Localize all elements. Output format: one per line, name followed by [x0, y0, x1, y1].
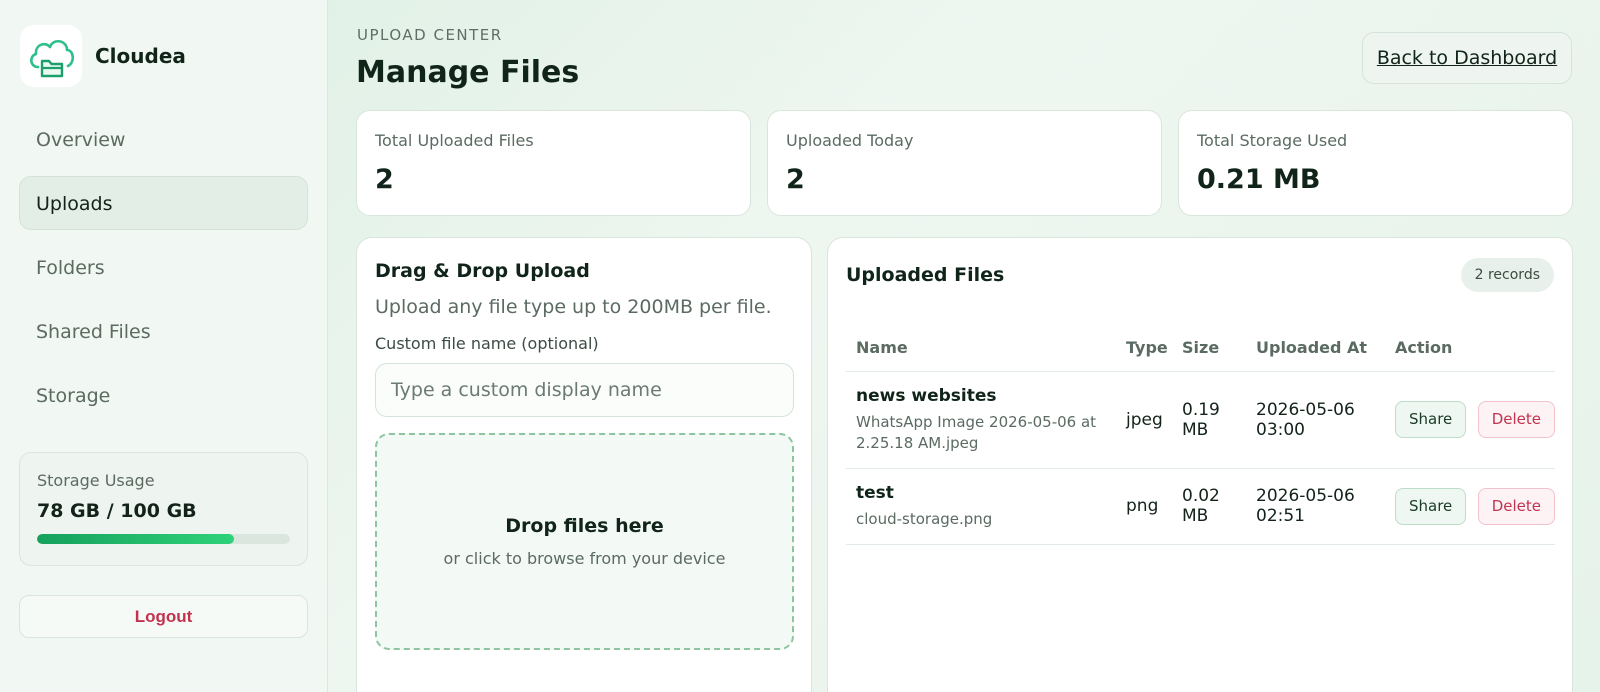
- stat-value: 0.21 MB: [1197, 164, 1321, 195]
- table-row: test cloud-storage.png png 0.02 MB 2026-…: [846, 468, 1555, 545]
- sidebar-item-storage[interactable]: Storage: [19, 368, 308, 422]
- share-button[interactable]: Share: [1395, 401, 1467, 438]
- files-table: Name Type Size Uploaded At Action news w…: [846, 325, 1555, 545]
- column-header-size[interactable]: Size: [1172, 325, 1246, 372]
- delete-button[interactable]: Delete: [1477, 487, 1555, 525]
- page-eyebrow: UPLOAD CENTER: [357, 26, 503, 44]
- back-to-dashboard-button[interactable]: Back to Dashboard: [1362, 32, 1572, 84]
- file-size: 0.19 MB: [1172, 371, 1246, 469]
- sidebar-item-folders[interactable]: Folders: [19, 240, 308, 294]
- stat-card-storage-used: Total Storage Used 0.21 MB: [1178, 110, 1573, 216]
- custom-name-input[interactable]: [375, 363, 794, 417]
- storage-usage-value: 78 GB / 100 GB: [37, 500, 197, 522]
- upload-description: Upload any file type up to 200MB per fil…: [375, 296, 772, 318]
- sidebar-item-uploads[interactable]: Uploads: [19, 176, 308, 230]
- cloud-folder-icon: [20, 25, 82, 87]
- upload-panel: Drag & Drop Upload Upload any file type …: [356, 237, 812, 692]
- column-header-name[interactable]: Name: [846, 325, 1116, 372]
- stat-card-total-files: Total Uploaded Files 2: [356, 110, 751, 216]
- table-row: news websites WhatsApp Image 2026-05-06 …: [846, 371, 1555, 469]
- dropzone-subtitle: or click to browse from your device: [443, 549, 726, 568]
- file-original-name: cloud-storage.png: [856, 509, 993, 528]
- delete-button[interactable]: Delete: [1477, 401, 1555, 438]
- file-display-name: news websites: [856, 385, 997, 406]
- share-button[interactable]: Share: [1395, 487, 1467, 525]
- file-type: png: [1116, 468, 1172, 545]
- sidebar-item-shared-files[interactable]: Shared Files: [19, 304, 308, 358]
- file-uploaded-at: 2026-05-06 02:51: [1246, 468, 1385, 545]
- storage-usage-label: Storage Usage: [37, 471, 155, 490]
- table-header-row: Name Type Size Uploaded At Action: [846, 325, 1555, 372]
- file-dropzone[interactable]: Drop files here or click to browse from …: [375, 433, 794, 650]
- stat-label: Total Uploaded Files: [375, 131, 534, 150]
- sidebar: Cloudea Overview Uploads Folders Shared …: [0, 0, 328, 692]
- column-header-type[interactable]: Type: [1116, 325, 1172, 372]
- upload-panel-title: Drag & Drop Upload: [375, 260, 590, 282]
- custom-name-label: Custom file name (optional): [375, 334, 599, 353]
- page-title: Manage Files: [356, 55, 580, 90]
- stat-value: 2: [375, 164, 394, 195]
- stat-card-uploaded-today: Uploaded Today 2: [767, 110, 1162, 216]
- file-display-name: test: [856, 482, 894, 503]
- storage-progress-bar: [37, 534, 290, 544]
- dropzone-title: Drop files here: [505, 515, 664, 537]
- file-original-name: WhatsApp Image 2026-05-06 at 2.25.18 AM.…: [856, 412, 1097, 452]
- brand[interactable]: Cloudea: [20, 25, 186, 87]
- stat-label: Uploaded Today: [786, 131, 914, 150]
- uploaded-files-title: Uploaded Files: [846, 264, 1005, 286]
- stat-label: Total Storage Used: [1197, 131, 1348, 150]
- column-header-uploaded-at[interactable]: Uploaded At: [1246, 325, 1385, 372]
- sidebar-nav: Overview Uploads Folders Shared Files St…: [19, 112, 308, 432]
- storage-usage-card: Storage Usage 78 GB / 100 GB: [19, 452, 308, 566]
- brand-name: Cloudea: [95, 44, 186, 68]
- storage-progress-fill: [37, 534, 235, 544]
- file-size: 0.02 MB: [1172, 468, 1246, 545]
- stat-value: 2: [786, 164, 805, 195]
- file-uploaded-at: 2026-05-06 03:00: [1246, 371, 1385, 469]
- logout-button[interactable]: Logout: [19, 595, 308, 638]
- column-header-action: Action: [1385, 325, 1555, 372]
- records-badge: 2 records: [1460, 258, 1554, 292]
- sidebar-item-overview[interactable]: Overview: [19, 112, 308, 166]
- file-type: jpeg: [1116, 371, 1172, 469]
- uploaded-files-panel: Uploaded Files 2 records Name Type Size …: [827, 237, 1573, 692]
